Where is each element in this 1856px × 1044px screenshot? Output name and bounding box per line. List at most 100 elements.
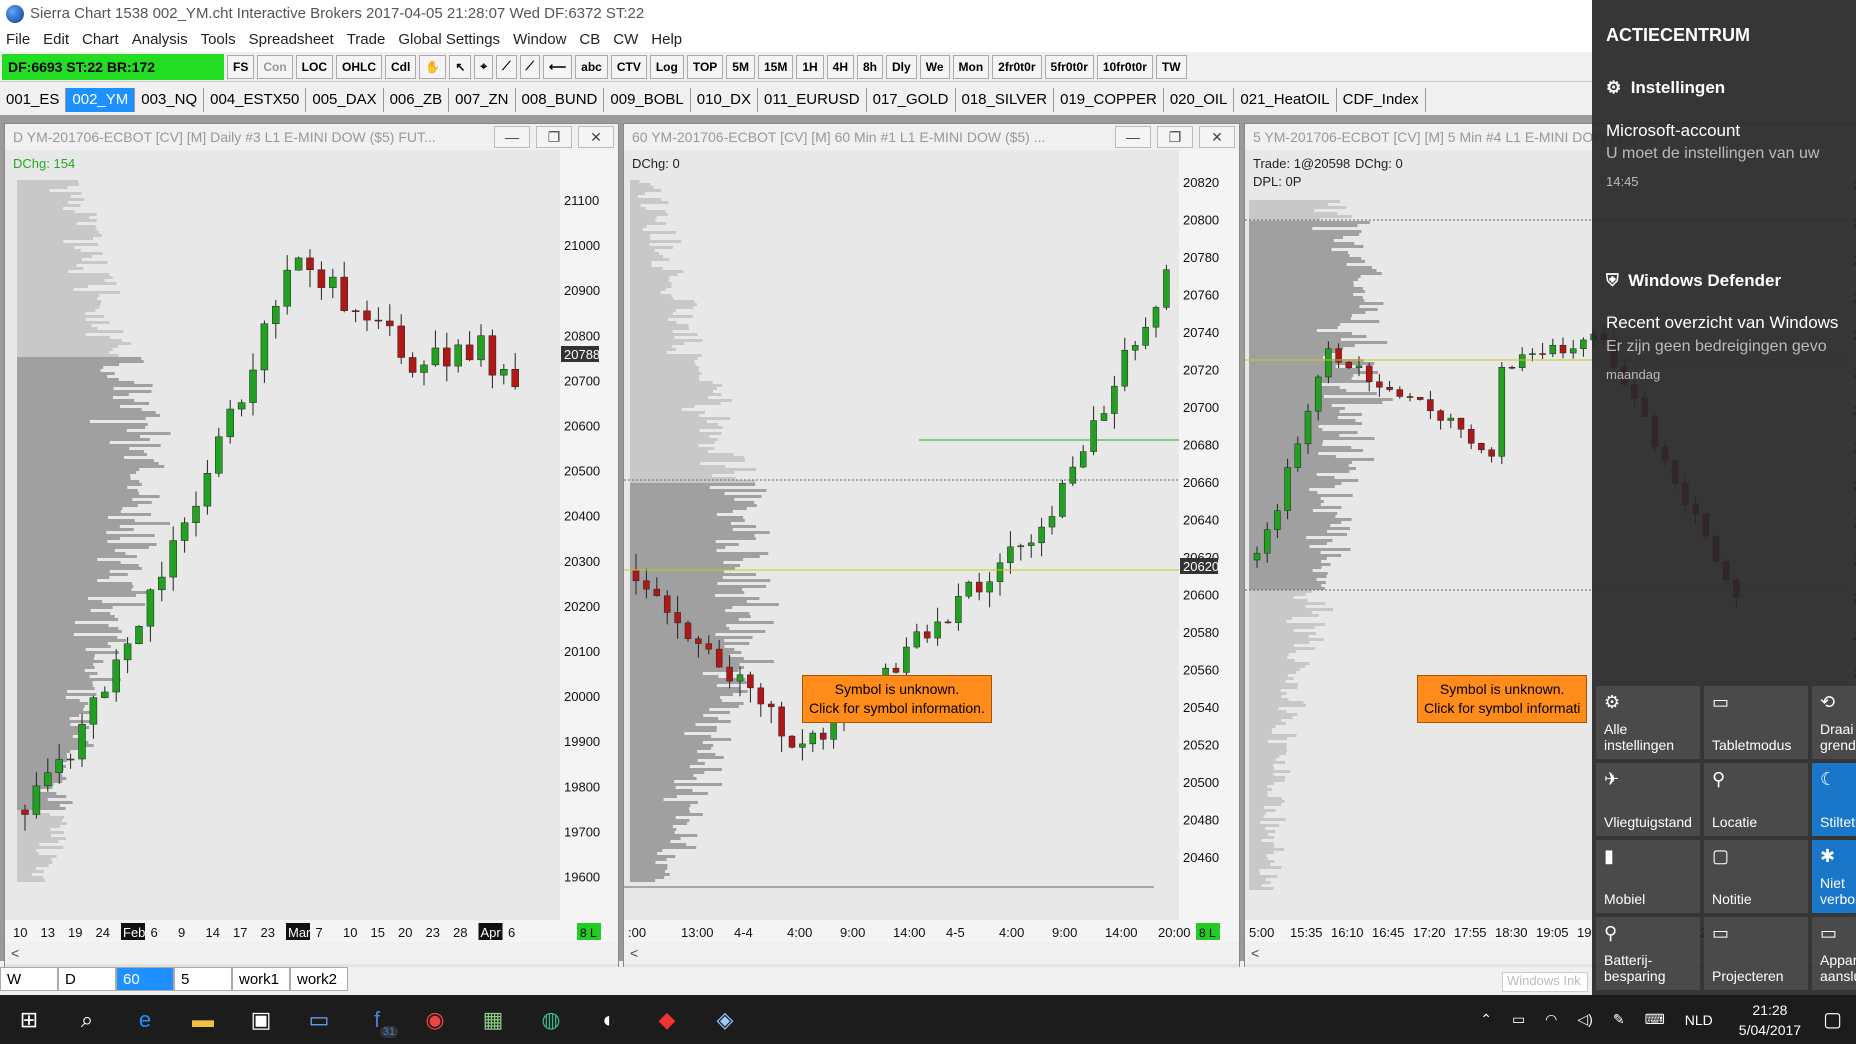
- menu-tools[interactable]: Tools: [201, 31, 236, 48]
- chartbook-tab[interactable]: 60: [116, 967, 174, 991]
- chart-window-daily[interactable]: D YM-201706-ECBOT [CV] [M] Daily #3 L1 E…: [4, 123, 619, 968]
- folder-icon[interactable]: ▬: [174, 995, 232, 1044]
- toolbar-button[interactable]: Con: [257, 54, 293, 79]
- toolbar-button[interactable]: ✋: [419, 54, 447, 79]
- toolbar-button[interactable]: 15M: [757, 54, 794, 79]
- symbol-tab[interactable]: 008_BUND: [516, 87, 605, 112]
- chartbook-tab[interactable]: D: [58, 967, 116, 991]
- toolbar-button[interactable]: ⟋: [496, 54, 517, 79]
- app-icon[interactable]: ◐: [580, 995, 638, 1044]
- chartbook-tab[interactable]: 5: [174, 967, 232, 991]
- menu-trade[interactable]: Trade: [347, 31, 386, 48]
- owl-icon[interactable]: ◈: [696, 995, 754, 1044]
- toolbar-button[interactable]: ↖: [449, 54, 472, 79]
- symbol-tab[interactable]: 004_ESTX50: [204, 87, 307, 112]
- close-button[interactable]: ✕: [578, 126, 614, 148]
- toolbar-button[interactable]: 4H: [826, 54, 854, 79]
- toolbar-button[interactable]: Cdl: [385, 54, 417, 79]
- keyboard-icon[interactable]: ⌨: [1645, 1011, 1665, 1028]
- menu-global-settings[interactable]: Global Settings: [398, 31, 500, 48]
- toolbar-button[interactable]: We: [919, 54, 950, 79]
- notif-defender-app[interactable]: ⛨ Windows Defender: [1606, 271, 1781, 291]
- symbol-tab[interactable]: 001_ES: [0, 87, 67, 112]
- wifi-icon[interactable]: ◠: [1545, 1011, 1557, 1028]
- sierra-chart-taskbar-icon[interactable]: ◍: [522, 995, 580, 1044]
- quick-action-tile[interactable]: ✱ Niet verbon: [1812, 840, 1856, 913]
- symbol-tab[interactable]: 018_SILVER: [956, 87, 1055, 112]
- symbol-tab[interactable]: 010_DX: [691, 87, 758, 112]
- store-icon[interactable]: ▣: [232, 995, 290, 1044]
- tws-icon[interactable]: ▦: [464, 995, 522, 1044]
- quick-action-tile[interactable]: ▮ Mobiel: [1596, 840, 1700, 913]
- quick-action-tile[interactable]: ⟲ Draai grend: [1812, 686, 1856, 759]
- menu-chart[interactable]: Chart: [82, 31, 119, 48]
- symbol-tab[interactable]: 002_YM: [66, 87, 136, 112]
- settings-link[interactable]: ⚙ Instellingen: [1606, 78, 1725, 98]
- symbol-tab[interactable]: 005_DAX: [306, 87, 384, 112]
- toolbar-button[interactable]: 2fr0t0r: [992, 54, 1042, 79]
- chart-window-60min[interactable]: 60 YM-201706-ECBOT [CV] [M] 60 Min #1 L1…: [623, 123, 1240, 968]
- toolbar-button[interactable]: 10fr0t0r: [1096, 54, 1153, 79]
- symbol-tab[interactable]: 006_ZB: [384, 87, 450, 112]
- chrome-icon[interactable]: ◉: [406, 995, 464, 1044]
- computer-icon[interactable]: ▭: [290, 995, 348, 1044]
- facebook-icon[interactable]: f 31: [348, 995, 406, 1044]
- language-indicator[interactable]: NLD: [1685, 1012, 1713, 1028]
- chevron-up-icon[interactable]: ⌃: [1480, 1011, 1492, 1028]
- symbol-tab[interactable]: 011_EURUSD: [758, 87, 867, 112]
- toolbar-button[interactable]: Log: [649, 54, 684, 79]
- search-icon[interactable]: ⌕: [58, 995, 116, 1044]
- menu-spreadsheet[interactable]: Spreadsheet: [249, 31, 334, 48]
- pen-icon[interactable]: ✎: [1613, 1011, 1625, 1028]
- symbol-tab[interactable]: 020_OIL: [1164, 87, 1235, 112]
- toolbar-button[interactable]: CTV: [610, 54, 647, 79]
- symbol-tab[interactable]: 017_GOLD: [867, 87, 956, 112]
- maximize-button[interactable]: ❐: [1157, 126, 1193, 148]
- quick-action-tile[interactable]: ▢ Notitie: [1704, 840, 1808, 913]
- record-icon[interactable]: ◆: [638, 995, 696, 1044]
- notifications-icon[interactable]: ▢: [1823, 1007, 1842, 1032]
- quick-action-tile[interactable]: ▭ Projecteren: [1704, 917, 1808, 990]
- symbol-tab[interactable]: 009_BOBL: [604, 87, 691, 112]
- notif-ms-title[interactable]: Microsoft-account: [1606, 121, 1740, 141]
- quick-action-tile[interactable]: ▭ Tabletmodus: [1704, 686, 1808, 759]
- menu-window[interactable]: Window: [513, 31, 566, 48]
- quick-action-tile[interactable]: ⚲ Batterij- besparing: [1596, 917, 1700, 990]
- toolbar-button[interactable]: Mon: [952, 54, 990, 79]
- menu-file[interactable]: File: [6, 31, 30, 48]
- toolbar-button[interactable]: 8h: [857, 54, 884, 79]
- toolbar-button[interactable]: LOC: [295, 54, 334, 79]
- close-button[interactable]: ✕: [1199, 126, 1235, 148]
- battery-icon[interactable]: ▭: [1512, 1011, 1525, 1028]
- symbol-tab[interactable]: 021_HeatOIL: [1234, 87, 1337, 112]
- symbol-unknown-popup[interactable]: Symbol is unknown. Click for symbol infor…: [1417, 675, 1588, 723]
- windows-start-icon[interactable]: ⊞: [0, 995, 58, 1044]
- maximize-button[interactable]: ❐: [536, 126, 572, 148]
- price-chart[interactable]: 20820 20800 20780 20760 20740 20720 20700 20680…: [624, 150, 1239, 967]
- minimize-button[interactable]: —: [1115, 126, 1151, 148]
- chartbook-tab[interactable]: work1: [232, 967, 290, 991]
- quick-action-tile[interactable]: ⚙ Alle instellingen: [1596, 686, 1700, 759]
- chartbook-tab[interactable]: work2: [290, 967, 348, 991]
- symbol-unknown-popup[interactable]: Symbol is unknown. Click for symbol infor…: [802, 675, 992, 723]
- price-chart[interactable]: 21100 21000 20900 20800 20700 20600 20500 20400…: [5, 150, 618, 967]
- toolbar-button[interactable]: ⟵: [542, 54, 573, 79]
- menu-edit[interactable]: Edit: [43, 31, 69, 48]
- symbol-tab[interactable]: 003_NQ: [135, 87, 205, 112]
- menu-cb[interactable]: CB: [579, 31, 600, 48]
- toolbar-button[interactable]: ⌖: [474, 54, 494, 79]
- toolbar-button[interactable]: TOP: [686, 54, 724, 79]
- menu-cw[interactable]: CW: [613, 31, 638, 48]
- edge-icon[interactable]: e: [116, 995, 174, 1044]
- clock[interactable]: 21:28 5/04/2017: [1739, 1000, 1801, 1040]
- toolbar-button[interactable]: FS: [227, 54, 255, 79]
- toolbar-button[interactable]: ⟋: [519, 54, 540, 79]
- minimize-button[interactable]: —: [494, 126, 530, 148]
- chartbook-tab[interactable]: W: [0, 967, 58, 991]
- symbol-tab[interactable]: CDF_Index: [1337, 87, 1426, 112]
- menu-analysis[interactable]: Analysis: [132, 31, 188, 48]
- toolbar-button[interactable]: 5fr0t0r: [1044, 54, 1094, 79]
- toolbar-button[interactable]: TW: [1155, 54, 1187, 79]
- toolbar-button[interactable]: Dly: [886, 54, 917, 79]
- quick-action-tile[interactable]: ⚲ Locatie: [1704, 763, 1808, 836]
